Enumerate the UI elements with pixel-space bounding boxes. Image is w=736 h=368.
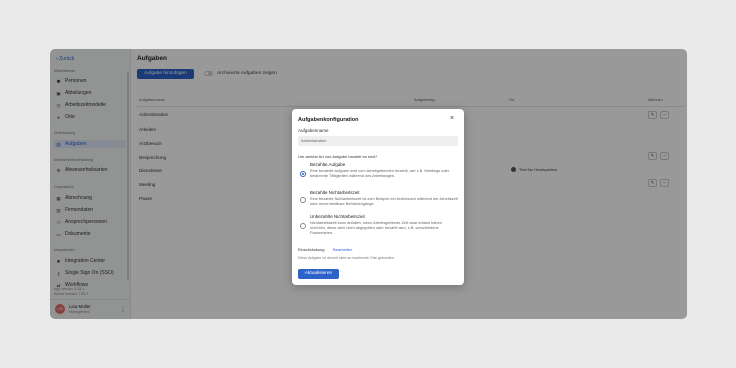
dialog-title: Aufgabenkonfiguration bbox=[298, 117, 359, 123]
option-description: Nichtarbeitszeit kann anfallen, wenn Arb… bbox=[310, 220, 442, 235]
option-title: Unbezahlte Nichtarbeitszeit bbox=[310, 214, 365, 219]
task-name-input[interactable]: Administration bbox=[298, 136, 458, 146]
option-description: Eine bezahlte Aufgabe wird vom Arbeitgeb… bbox=[310, 168, 450, 178]
radio-bezahlte-nichtarbeitszeit[interactable] bbox=[300, 197, 306, 203]
task-type-question: Um welche Art von Aufgabe handelt es sic… bbox=[298, 154, 378, 159]
radio-unbezahlte-nichtarbeitszeit[interactable] bbox=[300, 223, 306, 229]
task-config-dialog: Aufgabenkonfiguration × Aufgabenname Adm… bbox=[292, 109, 464, 285]
edit-restriction-link[interactable]: Bearbeiten bbox=[333, 247, 352, 252]
update-button[interactable]: Aktualisieren bbox=[298, 269, 339, 279]
option-title: Bezahlte Nichtarbeitszeit bbox=[310, 190, 360, 195]
task-name-label: Aufgabenname bbox=[298, 128, 329, 133]
radio-bezahlte-aufgabe[interactable] bbox=[300, 171, 306, 177]
app-window: ‹ Zurück Mitarbeitende ⚉ Personen ▣ Abteil… bbox=[50, 49, 687, 319]
restriction-note: Diese Aufgabe ist derzeit nicht an besti… bbox=[298, 256, 395, 260]
restriction-label: Einschränkung bbox=[298, 247, 325, 252]
close-icon[interactable]: × bbox=[450, 115, 454, 122]
option-title: Bezahlte Aufgabe bbox=[310, 162, 346, 167]
option-description: Eine bezahlte Nichtarbeitszeit ist zum B… bbox=[310, 196, 458, 206]
